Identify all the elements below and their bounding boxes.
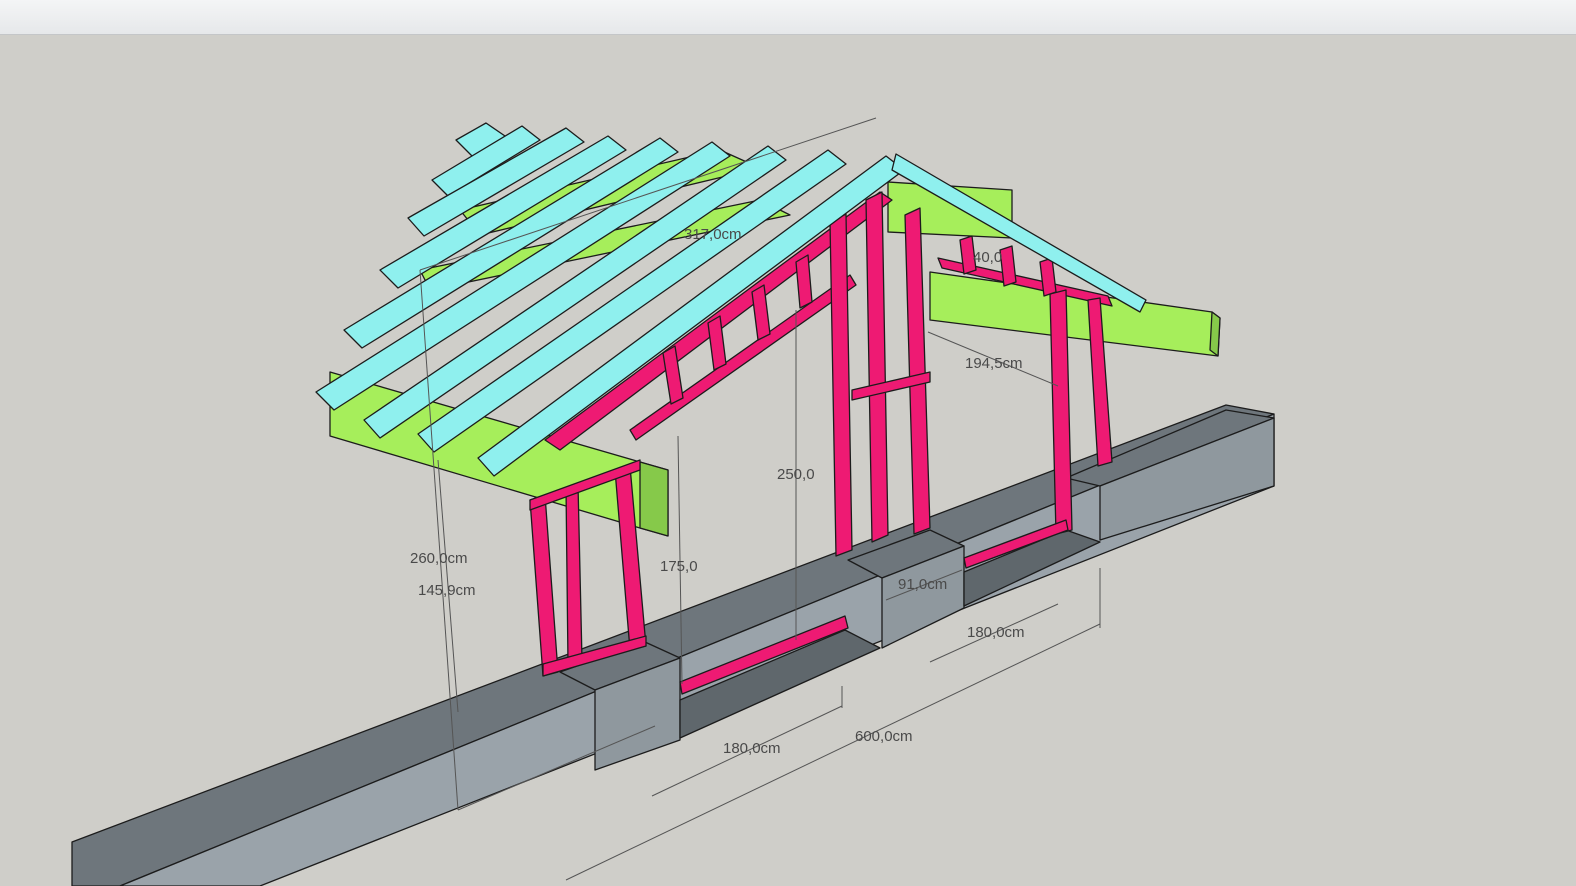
center-post-1 — [829, 213, 853, 557]
3d-model-viewport[interactable]: 260,0cm 145,9cm 175,0 250,0 317,0cm 194,… — [0, 35, 1576, 886]
toolbar — [0, 0, 1576, 35]
purlin-back — [929, 271, 1221, 357]
dim-opening-left-height: 175,0 — [660, 558, 698, 575]
dim-eave-height: 145,9cm — [418, 582, 476, 599]
dim-opening-right-width: 180,0cm — [967, 624, 1025, 641]
dim-opening-left-width: 180,0cm — [723, 740, 781, 757]
gable-stud-4 — [795, 254, 813, 309]
center-post-2 — [865, 191, 889, 543]
dim-wall-offset: 91,0cm — [898, 576, 947, 593]
dim-right-span: 194,5cm — [965, 355, 1023, 372]
dim-total-length: 600,0cm — [855, 728, 913, 745]
center-post-3 — [904, 207, 931, 535]
stud-2 — [565, 483, 583, 665]
stud-1 — [529, 494, 559, 677]
purlin-back-end — [1209, 311, 1221, 357]
purlin-front-end — [639, 461, 669, 537]
dim-rafter-spacing: 40,0 — [973, 249, 1002, 266]
model-canvas[interactable]: 260,0cm 145,9cm 175,0 250,0 317,0cm 194,… — [0, 35, 1576, 886]
concrete-base[interactable] — [71, 404, 1275, 886]
dim-overall-height: 260,0cm — [410, 550, 468, 567]
dim-ridge-length: 317,0cm — [684, 226, 742, 243]
dim-opening-center-height: 250,0 — [777, 466, 815, 483]
